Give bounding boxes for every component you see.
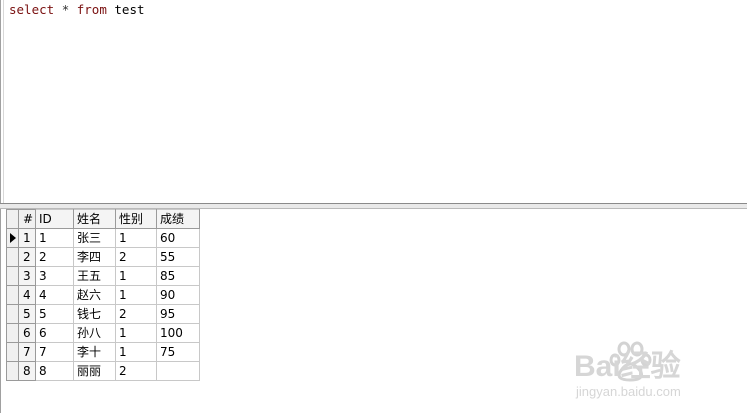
results-grid: # ID 姓名 性别 成绩 1 1 张三 1 60 2 2 李四 2 55 3 3 王五 1 85 4 4 赵六 1…: [6, 209, 200, 381]
sql-star: *: [61, 2, 70, 17]
row-indicator-cell[interactable]: [6, 361, 19, 381]
cell-id[interactable]: 5: [35, 304, 74, 324]
sql-client-window: select * from test # ID 姓名 性别 成绩 1 1 张三 1 60…: [0, 0, 747, 413]
cell-score[interactable]: 75: [156, 342, 200, 362]
cell-sex[interactable]: 2: [115, 304, 157, 324]
sql-keyword-select: select: [9, 2, 55, 17]
cell-score[interactable]: 100: [156, 323, 200, 343]
grid-body: 1 1 张三 1 60 2 2 李四 2 55 3 3 王五 1 85 4 4 赵六 1 90 5 5 钱七 2 95 6 6 孙八 1…: [6, 228, 200, 381]
row-number-cell[interactable]: 1: [18, 228, 36, 248]
cell-id[interactable]: 4: [35, 285, 74, 305]
cell-name[interactable]: 孙八: [73, 323, 116, 343]
row-indicator-cell[interactable]: [6, 285, 19, 305]
cell-id[interactable]: 6: [35, 323, 74, 343]
row-indicator-cell[interactable]: [6, 247, 19, 267]
cell-sex[interactable]: 1: [115, 323, 157, 343]
column-header-name[interactable]: 姓名: [73, 209, 116, 229]
cell-score[interactable]: 85: [156, 266, 200, 286]
column-header-id[interactable]: ID: [35, 209, 74, 229]
cell-sex[interactable]: 2: [115, 247, 157, 267]
row-indicator-cell[interactable]: [6, 323, 19, 343]
cell-sex[interactable]: 1: [115, 285, 157, 305]
cell-sex[interactable]: 1: [115, 228, 157, 248]
row-number-cell[interactable]: 7: [18, 342, 36, 362]
row-indicator-cell[interactable]: [6, 228, 19, 248]
table-row[interactable]: 4 4 赵六 1 90: [6, 285, 200, 305]
cell-id[interactable]: 3: [35, 266, 74, 286]
cell-id[interactable]: 8: [35, 361, 74, 381]
row-indicator-header: [6, 209, 19, 229]
sql-query-line[interactable]: select * from test: [9, 2, 145, 18]
row-number-cell[interactable]: 8: [18, 361, 36, 381]
cell-score[interactable]: 55: [156, 247, 200, 267]
cell-name[interactable]: 丽丽: [73, 361, 116, 381]
table-row[interactable]: 6 6 孙八 1 100: [6, 323, 200, 343]
cell-sex[interactable]: 1: [115, 342, 157, 362]
sql-editor[interactable]: select * from test: [0, 0, 747, 203]
cell-score[interactable]: 90: [156, 285, 200, 305]
row-number-cell[interactable]: 6: [18, 323, 36, 343]
cell-name[interactable]: 赵六: [73, 285, 116, 305]
cell-sex[interactable]: 1: [115, 266, 157, 286]
row-indicator-cell[interactable]: [6, 342, 19, 362]
cell-name[interactable]: 王五: [73, 266, 116, 286]
row-indicator-cell[interactable]: [6, 266, 19, 286]
table-row[interactable]: 8 8 丽丽 2: [6, 361, 200, 381]
row-number-cell[interactable]: 2: [18, 247, 36, 267]
table-row[interactable]: 7 7 李十 1 75: [6, 342, 200, 362]
column-header-rownum[interactable]: #: [18, 209, 36, 229]
cell-sex[interactable]: 2: [115, 361, 157, 381]
row-indicator-cell[interactable]: [6, 304, 19, 324]
grid-header-row: # ID 姓名 性别 成绩: [6, 209, 200, 229]
table-row[interactable]: 2 2 李四 2 55: [6, 247, 200, 267]
sql-table-name: test: [114, 2, 145, 17]
cell-score[interactable]: 95: [156, 304, 200, 324]
table-row[interactable]: 1 1 张三 1 60: [6, 228, 200, 248]
cell-id[interactable]: 7: [35, 342, 74, 362]
cell-name[interactable]: 李四: [73, 247, 116, 267]
row-number-cell[interactable]: 3: [18, 266, 36, 286]
row-number-cell[interactable]: 5: [18, 304, 36, 324]
cell-name[interactable]: 钱七: [73, 304, 116, 324]
cell-id[interactable]: 1: [35, 228, 74, 248]
cell-score[interactable]: 60: [156, 228, 200, 248]
column-header-score[interactable]: 成绩: [156, 209, 200, 229]
sql-keyword-from: from: [76, 2, 107, 17]
cell-name[interactable]: 张三: [73, 228, 116, 248]
table-row[interactable]: 5 5 钱七 2 95: [6, 304, 200, 324]
cell-id[interactable]: 2: [35, 247, 74, 267]
column-header-sex[interactable]: 性别: [115, 209, 157, 229]
cell-score[interactable]: [156, 361, 200, 381]
row-number-cell[interactable]: 4: [18, 285, 36, 305]
results-pane: # ID 姓名 性别 成绩 1 1 张三 1 60 2 2 李四 2 55 3 3 王五 1 85 4 4 赵六 1…: [0, 209, 747, 413]
current-row-pointer-icon: [10, 233, 16, 243]
table-row[interactable]: 3 3 王五 1 85: [6, 266, 200, 286]
cell-name[interactable]: 李十: [73, 342, 116, 362]
